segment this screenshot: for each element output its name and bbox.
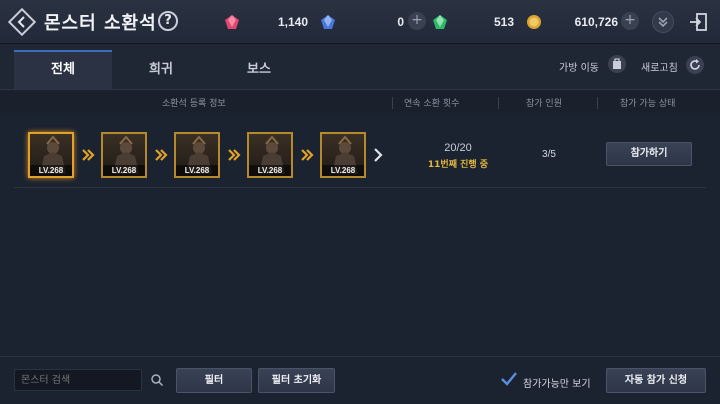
table-row[interactable]: LV.268 LV.268 LV.268 LV.268 LV.268 20/20… xyxy=(14,126,706,188)
summon-progress-status: 11번째 진행 중 xyxy=(427,160,489,170)
summon-count: 20/20 xyxy=(444,142,472,154)
header-participants: 참가 인원 xyxy=(526,99,562,109)
tab-rare[interactable]: 희귀 xyxy=(112,50,210,90)
currency-green-gem: 513 xyxy=(432,12,514,32)
monster-slot-5[interactable]: LV.268 xyxy=(320,132,366,178)
arrow-right-icon[interactable] xyxy=(370,147,386,163)
participant-count: 3/5 xyxy=(542,149,556,160)
chevron-right-icon xyxy=(82,149,95,161)
currency-blue-gem: 0 xyxy=(320,12,404,32)
bag-icon xyxy=(613,58,621,69)
tab-boss[interactable]: 보스 xyxy=(210,50,308,90)
monster-slot-3[interactable]: LV.268 xyxy=(174,132,220,178)
bag-move-label: 가방 이동 xyxy=(559,63,599,74)
tab-all[interactable]: 전체 xyxy=(14,50,112,90)
add-gold-button[interactable]: + xyxy=(621,12,639,30)
checkbox-checked-icon[interactable] xyxy=(500,370,518,388)
exit-icon[interactable] xyxy=(688,12,708,32)
header-divider xyxy=(597,97,598,109)
page-title: 몬스터 소환석 xyxy=(44,13,157,34)
refresh-icon xyxy=(690,59,700,70)
refresh-button[interactable] xyxy=(686,56,704,74)
blue-gem-icon xyxy=(321,15,335,29)
monster-level: LV.268 xyxy=(30,165,72,176)
monster-slot-1[interactable]: LV.268 xyxy=(28,132,74,178)
blue-gem-amount: 0 xyxy=(397,15,404,29)
join-button[interactable]: 참가하기 xyxy=(606,142,692,166)
monster-search-input[interactable] xyxy=(14,369,142,391)
currency-gold: 610,726 xyxy=(526,12,618,32)
red-gem-amount: 1,140 xyxy=(277,15,308,29)
header-summon-info: 소환석 등록 정보 xyxy=(162,99,226,109)
top-bar: 몬스터 소환석 ? 1,140 0 + 513 610,726 + xyxy=(0,0,720,44)
table-header: 소환석 등록 정보 연속 소환 횟수 참가 인원 참가 가능 상태 xyxy=(0,91,720,113)
double-chevron-down-icon xyxy=(658,17,668,28)
bag-move-button[interactable] xyxy=(608,55,626,73)
header-divider xyxy=(392,97,393,109)
monster-slot-2[interactable]: LV.268 xyxy=(101,132,147,178)
chevron-right-icon xyxy=(155,149,168,161)
refresh-label: 새로고침 xyxy=(641,63,678,74)
monster-level: LV.268 xyxy=(103,165,145,176)
gold-amount: 610,726 xyxy=(574,15,618,29)
green-gem-icon xyxy=(433,15,447,29)
header-divider xyxy=(498,97,499,109)
green-gem-amount: 513 xyxy=(493,15,514,29)
filter-button[interactable]: 필터 xyxy=(176,368,252,393)
currency-red-gem: 1,140 xyxy=(224,12,308,32)
chevron-right-icon xyxy=(301,149,314,161)
monster-level: LV.268 xyxy=(322,165,364,176)
help-button[interactable]: ? xyxy=(158,11,178,31)
search-icon[interactable] xyxy=(150,373,164,387)
expand-currency-button[interactable] xyxy=(652,11,674,33)
monster-level: LV.268 xyxy=(176,165,218,176)
auto-join-button[interactable]: 자동 참가 신청 xyxy=(606,368,706,393)
monster-slot-4[interactable]: LV.268 xyxy=(247,132,293,178)
monster-level: LV.268 xyxy=(249,165,291,176)
joinable-only-label[interactable]: 참가가능만 보기 xyxy=(523,375,591,390)
filter-reset-button[interactable]: 필터 초기화 xyxy=(258,368,335,393)
add-blue-gem-button[interactable]: + xyxy=(408,12,426,30)
chevron-right-icon xyxy=(228,149,241,161)
gold-coin-icon xyxy=(527,15,541,29)
header-join-status: 참가 가능 상태 xyxy=(620,99,676,109)
red-gem-icon xyxy=(225,15,239,29)
back-icon[interactable] xyxy=(8,8,36,36)
header-summon-count: 연속 소환 횟수 xyxy=(404,99,460,109)
